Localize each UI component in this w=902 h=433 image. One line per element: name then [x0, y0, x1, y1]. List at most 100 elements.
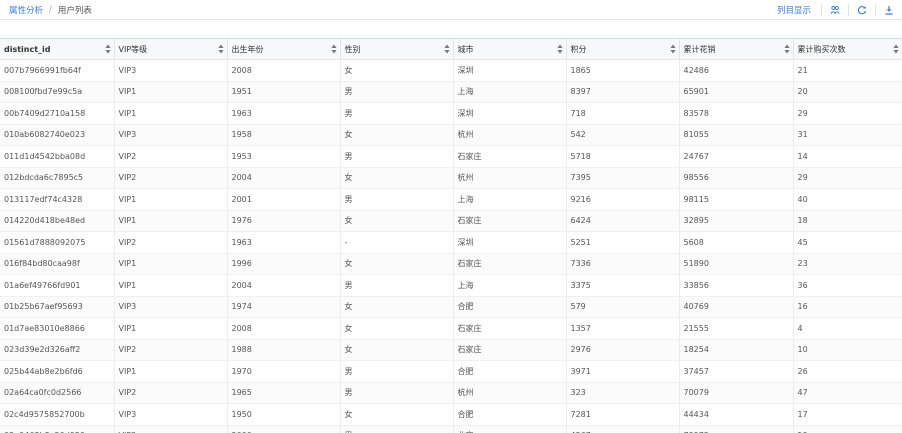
- column-display-button[interactable]: 列目显示: [767, 4, 821, 16]
- cell-distinct-id: 008100fbd7e99c5a: [0, 81, 114, 103]
- cell-purchase-count: 47: [793, 382, 902, 404]
- table-row[interactable]: 012bdcda6c7895c5VIP22004女杭州73959855629: [0, 167, 902, 189]
- cell-gender: 女: [340, 167, 453, 189]
- cell-purchase-count: 14: [793, 146, 902, 168]
- table-row[interactable]: 016f84bd80caa98fVIP11996女石家庄73365189023: [0, 253, 902, 275]
- table-row[interactable]: 014220d418be48edVIP11976女石家庄64243289518: [0, 210, 902, 232]
- sort-icon[interactable]: [444, 44, 450, 54]
- column-header-label: 出生年份: [232, 45, 264, 54]
- cell-distinct-id: 02a64ca0fc0d2566: [0, 382, 114, 404]
- cell-gender: 男: [340, 275, 453, 297]
- column-header-distinct-id[interactable]: distinct_id: [0, 39, 114, 60]
- table-row[interactable]: 01d7ae83010e8866VIP12008女石家庄1357215554: [0, 318, 902, 340]
- cell-points: 8397: [566, 81, 679, 103]
- table-row[interactable]: 010ab6082740e023VIP31958女杭州5428105531: [0, 124, 902, 146]
- cell-points: 579: [566, 296, 679, 318]
- cell-total-spend: 21555: [679, 318, 793, 340]
- cell-city: 深圳: [453, 232, 566, 254]
- table-row[interactable]: 02a64ca0fc0d2566VIP21965男杭州3237007947: [0, 382, 902, 404]
- table-row[interactable]: 01561d7888092075VIP21963-深圳5251560845: [0, 232, 902, 254]
- cell-distinct-id: 02c4d9575852700b: [0, 404, 114, 426]
- sort-icon[interactable]: [331, 44, 337, 54]
- cell-birth-year: 1996: [227, 253, 340, 275]
- cell-distinct-id: 007b7966991fb64f: [0, 60, 114, 82]
- column-header-city[interactable]: 城市: [453, 39, 566, 60]
- column-header-points[interactable]: 积分: [566, 39, 679, 60]
- table-row[interactable]: 00b7409d2710a158VIP11963男深圳7188357829: [0, 103, 902, 125]
- breadcrumb-link-attribute-analysis[interactable]: 属性分析: [9, 4, 43, 16]
- cell-points: 2976: [566, 339, 679, 361]
- user-list-table: distinct_id VIP等级 出生年份 性别 城市 积分 累计花销 累计购…: [0, 38, 902, 433]
- user-group-button[interactable]: [822, 0, 848, 19]
- sort-icon[interactable]: [557, 44, 563, 54]
- cell-purchase-count: 40: [793, 189, 902, 211]
- cell-gender: 女: [340, 318, 453, 340]
- table-row[interactable]: 01a6ef49766fd901VIP12004男上海33753385636: [0, 275, 902, 297]
- cell-vip-level: VIP3: [114, 404, 227, 426]
- cell-city: 上海: [453, 275, 566, 297]
- cell-vip-level: VIP1: [114, 189, 227, 211]
- table-row[interactable]: 007b7966991fb64fVIP32008女深圳18654248621: [0, 60, 902, 82]
- column-header-birth-year[interactable]: 出生年份: [227, 39, 340, 60]
- column-header-gender[interactable]: 性别: [340, 39, 453, 60]
- cell-vip-level: VIP2: [114, 339, 227, 361]
- column-header-label: 累计购买次数: [798, 45, 846, 54]
- column-header-label: distinct_id: [4, 45, 51, 54]
- cell-purchase-count: 21: [793, 60, 902, 82]
- column-header-label: 累计花销: [684, 45, 716, 54]
- cell-points: 7336: [566, 253, 679, 275]
- table-row[interactable]: 025b44ab8e2b6fd6VIP11970男合肥39713745726: [0, 361, 902, 383]
- column-header-label: VIP等级: [119, 45, 148, 54]
- cell-city: 石家庄: [453, 339, 566, 361]
- cell-birth-year: 1953: [227, 146, 340, 168]
- cell-purchase-count: 23: [793, 253, 902, 275]
- sort-icon[interactable]: [218, 44, 224, 54]
- cell-points: 3971: [566, 361, 679, 383]
- user-group-icon: [830, 5, 840, 15]
- cell-vip-level: VIP3: [114, 124, 227, 146]
- cell-birth-year: 1976: [227, 210, 340, 232]
- cell-city: 石家庄: [453, 146, 566, 168]
- table-row[interactable]: 01b25b67aef95693VIP31974女合肥5794076916: [0, 296, 902, 318]
- cell-points: 323: [566, 382, 679, 404]
- cell-total-spend: 70079: [679, 382, 793, 404]
- column-header-label: 积分: [571, 45, 587, 54]
- column-header-total-spend[interactable]: 累计花销: [679, 39, 793, 60]
- cell-purchase-count: 17: [793, 404, 902, 426]
- cell-distinct-id: 011d1d4542bba08d: [0, 146, 114, 168]
- cell-points: 5251: [566, 232, 679, 254]
- breadcrumb-separator: /: [49, 5, 52, 15]
- sort-icon[interactable]: [893, 44, 899, 54]
- cell-gender: 男: [340, 103, 453, 125]
- cell-total-spend: 44434: [679, 404, 793, 426]
- cell-distinct-id: 010ab6082740e023: [0, 124, 114, 146]
- cell-city: 石家庄: [453, 318, 566, 340]
- cell-city: 深圳: [453, 103, 566, 125]
- sort-icon[interactable]: [784, 44, 790, 54]
- cell-gender: 女: [340, 60, 453, 82]
- table-row[interactable]: 011d1d4542bba08dVIP21953男石家庄57182476714: [0, 146, 902, 168]
- download-button[interactable]: [876, 0, 902, 19]
- cell-total-spend: 5608: [679, 232, 793, 254]
- column-header-purchase-count[interactable]: 累计购买次数: [793, 39, 902, 60]
- sort-icon[interactable]: [670, 44, 676, 54]
- table-header-row: distinct_id VIP等级 出生年份 性别 城市 积分 累计花销 累计购…: [0, 39, 902, 60]
- cell-total-spend: 42486: [679, 60, 793, 82]
- breadcrumb: 属性分析 / 用户列表: [0, 4, 92, 16]
- sort-icon[interactable]: [105, 44, 111, 54]
- cell-distinct-id: 00b7409d2710a158: [0, 103, 114, 125]
- table-row[interactable]: 013117edf74c4328VIP12001男上海92169811540: [0, 189, 902, 211]
- cell-birth-year: 1963: [227, 232, 340, 254]
- cell-points: 1865: [566, 60, 679, 82]
- cell-total-spend: 18254: [679, 339, 793, 361]
- cell-birth-year: 2004: [227, 275, 340, 297]
- cell-vip-level: VIP1: [114, 103, 227, 125]
- refresh-button[interactable]: [849, 0, 875, 19]
- table-row[interactable]: 02c4d9575852700bVIP31950女合肥72814443417: [0, 404, 902, 426]
- cell-distinct-id: 025b44ab8e2b6fd6: [0, 361, 114, 383]
- table-row[interactable]: 023d39e2d326aff2VIP21988女石家庄29761825410: [0, 339, 902, 361]
- table-row[interactable]: 008100fbd7e99c5aVIP11951男上海83976590120: [0, 81, 902, 103]
- column-header-vip-level[interactable]: VIP等级: [114, 39, 227, 60]
- cell-city: 深圳: [453, 60, 566, 82]
- toolbar-actions: 列目显示: [767, 0, 902, 19]
